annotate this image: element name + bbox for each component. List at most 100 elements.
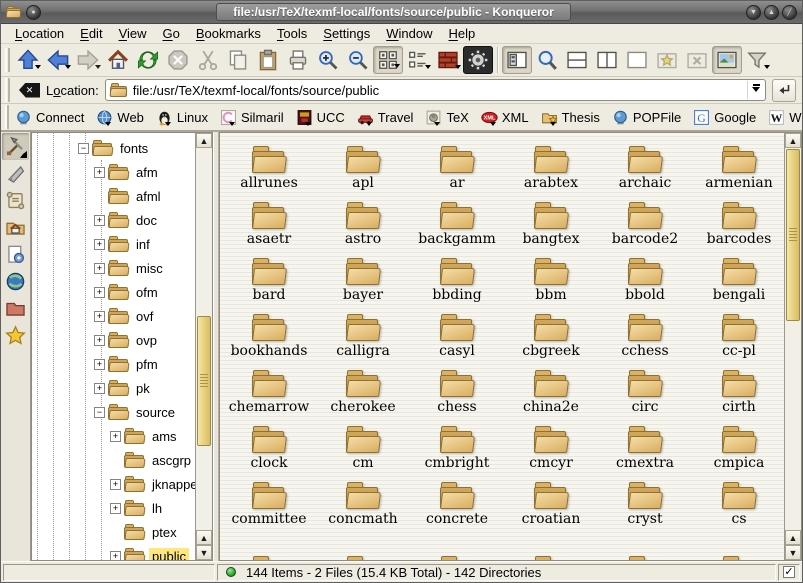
zoom-out-button[interactable]	[343, 46, 373, 74]
sidebar-history-button[interactable]	[2, 187, 29, 214]
konqueror-gear-button[interactable]	[463, 46, 493, 74]
file-folder-partial[interactable]	[410, 529, 504, 560]
sidebar-root-folder-button[interactable]	[2, 295, 29, 322]
tree-expander-icon[interactable]: +	[94, 263, 105, 274]
file-scroll-up2-icon[interactable]: ▲	[785, 530, 801, 545]
bookmark-silmaril-dropdown-icon[interactable]	[229, 122, 235, 129]
tree-expander-icon[interactable]: +	[110, 431, 121, 442]
file-folder-bbold[interactable]: bbold	[598, 249, 692, 305]
bookmark-thesis[interactable]: Thesis	[538, 107, 605, 128]
bookmark-ucc[interactable]: UCC	[293, 107, 350, 128]
bookmark-linux-dropdown-icon[interactable]	[165, 122, 171, 129]
filter-button[interactable]	[742, 46, 772, 74]
tree-item-ovf[interactable]: +ovf	[32, 304, 195, 328]
back-button[interactable]	[43, 46, 73, 74]
bookmark-travel[interactable]: Travel	[354, 107, 419, 128]
tree-item-ptex[interactable]: ptex	[32, 520, 195, 544]
sidebar-home-folder-button[interactable]	[2, 214, 29, 241]
file-folder-cchess[interactable]: cchess	[598, 305, 692, 361]
file-folder-cirth[interactable]: cirth	[692, 361, 784, 417]
bookmark-silmaril[interactable]: Silmaril	[217, 107, 289, 128]
print-button[interactable]	[283, 46, 313, 74]
back-button-dropdown-icon[interactable]	[65, 65, 71, 72]
tree-item-jknappen[interactable]: +jknappen	[32, 472, 195, 496]
file-folder-bookhands[interactable]: bookhands	[222, 305, 316, 361]
status-extension-cell[interactable]: ✓	[778, 564, 800, 581]
go-button[interactable]	[772, 79, 796, 102]
file-folder-ar[interactable]: ar	[410, 137, 504, 193]
file-folder-clock[interactable]: clock	[222, 417, 316, 473]
menu-window[interactable]: Window	[378, 25, 440, 42]
tree-item-doc[interactable]: +doc	[32, 208, 195, 232]
tree-item-ovp[interactable]: +ovp	[32, 328, 195, 352]
tree-item-afml[interactable]: afml	[32, 184, 195, 208]
tree-expander-icon[interactable]: +	[94, 335, 105, 346]
location-dropdown-arrow-icon[interactable]	[747, 81, 764, 99]
file-scroll-up-icon[interactable]: ▲	[785, 133, 801, 148]
file-folder-armenian[interactable]: armenian	[692, 137, 784, 193]
new-tab-button[interactable]	[652, 46, 682, 74]
file-folder-arabtex[interactable]: arabtex	[504, 137, 598, 193]
file-folder-astro[interactable]: astro	[316, 193, 410, 249]
bookmark-thesis-dropdown-icon[interactable]	[550, 122, 556, 129]
tree-item-inf[interactable]: +inf	[32, 232, 195, 256]
tree-item-ascgrp[interactable]: ascgrp	[32, 448, 195, 472]
image-preview-button[interactable]	[712, 46, 742, 74]
file-folder-cs[interactable]: cs	[692, 473, 784, 529]
tree-scrollbar[interactable]: ▲ ▲ ▼	[195, 133, 212, 560]
tree-item-fonts[interactable]: −fonts	[32, 136, 195, 160]
tree-expander-icon[interactable]: +	[94, 311, 105, 322]
toolbar-grip[interactable]	[5, 48, 10, 72]
tree-item-ams[interactable]: +ams	[32, 424, 195, 448]
split-horizontal-button[interactable]	[562, 46, 592, 74]
sidebar-services-button[interactable]	[2, 241, 29, 268]
tree-item-pk[interactable]: +pk	[32, 376, 195, 400]
tree-scroll-track[interactable]	[196, 148, 212, 530]
bookmark-tex[interactable]: TeX	[422, 107, 473, 128]
file-folder-partial[interactable]	[316, 529, 410, 560]
location-toolbar-grip[interactable]	[5, 78, 10, 102]
file-folder-bengali[interactable]: bengali	[692, 249, 784, 305]
tree-expander-icon[interactable]: +	[94, 239, 105, 250]
file-folder-casyl[interactable]: casyl	[410, 305, 504, 361]
file-folder-barcodes[interactable]: barcodes	[692, 193, 784, 249]
file-folder-croatian[interactable]: croatian	[504, 473, 598, 529]
file-scroll-down-icon[interactable]: ▼	[785, 545, 801, 560]
file-view-scrollbar[interactable]: ▲ ▲ ▼	[784, 133, 801, 560]
file-folder-bbm[interactable]: bbm	[504, 249, 598, 305]
bookmark-travel-dropdown-icon[interactable]	[366, 122, 372, 129]
file-folder-archaic[interactable]: archaic	[598, 137, 692, 193]
file-folder-allrunes[interactable]: allrunes	[222, 137, 316, 193]
file-folder-cbgreek[interactable]: cbgreek	[504, 305, 598, 361]
location-input[interactable]: file:/usr/TeX/texmf-local/fonts/source/p…	[133, 83, 742, 98]
file-folder-cmcyr[interactable]: cmcyr	[504, 417, 598, 473]
menu-edit[interactable]: Edit	[72, 25, 110, 42]
file-folder-backgamm[interactable]: backgamm	[410, 193, 504, 249]
file-folder-chess[interactable]: chess	[410, 361, 504, 417]
file-folder-cmextra[interactable]: cmextra	[598, 417, 692, 473]
up-button[interactable]	[13, 46, 43, 74]
file-folder-bbding[interactable]: bbding	[410, 249, 504, 305]
sidebar-bookmark-button[interactable]	[2, 160, 29, 187]
up-button-dropdown-icon[interactable]	[35, 65, 41, 72]
bookmark-xml-dropdown-icon[interactable]	[490, 122, 496, 129]
cut-button[interactable]	[193, 46, 223, 74]
remove-view-button[interactable]	[622, 46, 652, 74]
file-folder-barcode2[interactable]: barcode2	[598, 193, 692, 249]
menu-bookmarks[interactable]: Bookmarks	[188, 25, 269, 42]
tree-expander-icon[interactable]: +	[110, 551, 121, 561]
sidebar-network-button[interactable]	[2, 268, 29, 295]
file-folder-partial[interactable]	[598, 529, 692, 560]
tree-expander-icon[interactable]: +	[94, 215, 105, 226]
stop-button[interactable]	[163, 46, 193, 74]
forward-button-dropdown-icon[interactable]	[95, 65, 101, 72]
close-button[interactable]: ╱	[782, 5, 797, 20]
tree-expander-icon[interactable]: +	[94, 167, 105, 178]
bookmark-connect[interactable]: Connect	[12, 107, 89, 128]
menu-settings[interactable]: Settings	[315, 25, 378, 42]
sidebar-config-button[interactable]	[2, 133, 29, 160]
paste-button[interactable]	[253, 46, 283, 74]
detail-view-button-dropdown-icon[interactable]	[455, 65, 461, 72]
file-folder-cmpica[interactable]: cmpica	[692, 417, 784, 473]
filter-button-dropdown-icon[interactable]	[764, 65, 770, 72]
